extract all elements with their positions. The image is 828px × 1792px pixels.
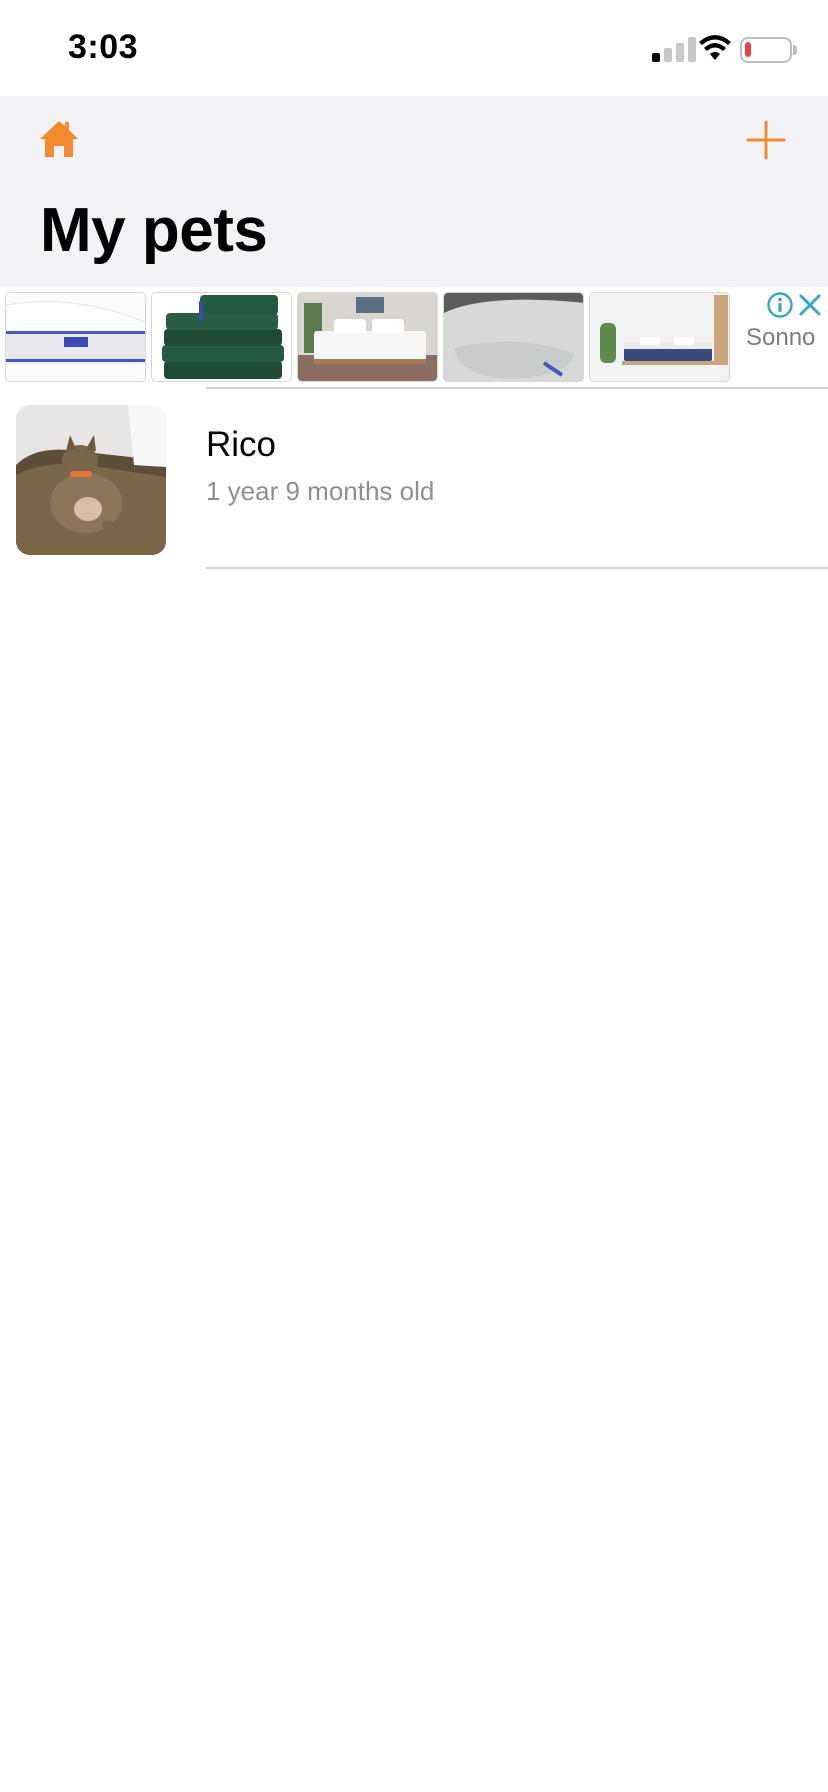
ad-thumbnail-pillow[interactable] — [443, 292, 584, 382]
battery-level-fill — [745, 42, 751, 57]
pet-list-item[interactable]: Rico 1 year 9 months old — [0, 390, 828, 567]
nav-header: My pets — [0, 96, 828, 287]
ad-thumbnail-bed[interactable] — [297, 292, 438, 382]
battery-cap — [793, 45, 797, 55]
list-divider-bottom — [206, 567, 828, 569]
ad-banner[interactable]: Sonno — [0, 287, 828, 387]
ad-thumbnail-mattress[interactable] — [5, 292, 146, 382]
info-icon[interactable] — [766, 291, 794, 319]
status-time: 3:03 — [68, 28, 139, 66]
status-bar: 3:03 — [0, 0, 828, 96]
ad-thumbnail-bed-frame[interactable] — [589, 292, 730, 382]
page-title: My pets — [40, 196, 268, 265]
ad-thumbnail-sheets[interactable] — [151, 292, 292, 382]
close-icon[interactable] — [798, 293, 822, 317]
list-divider-top — [206, 387, 828, 389]
add-pet-button[interactable] — [742, 116, 790, 164]
pet-name: Rico — [206, 425, 277, 464]
home-icon[interactable] — [38, 118, 80, 160]
wifi-icon — [699, 35, 731, 60]
cellular-signal-icon — [652, 36, 702, 62]
pet-photo — [16, 405, 166, 555]
ad-brand-name[interactable]: Sonno — [746, 324, 815, 352]
pet-age: 1 year 9 months old — [206, 476, 435, 506]
battery-low-icon — [740, 37, 792, 63]
